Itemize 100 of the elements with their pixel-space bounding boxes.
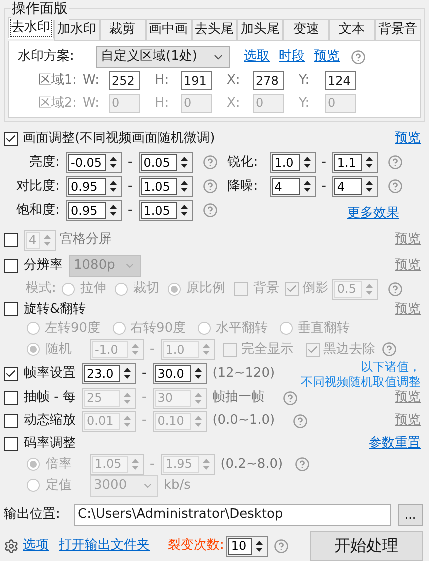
radio-button[interactable]	[27, 322, 40, 336]
help-icon[interactable]	[351, 50, 366, 64]
up-arrow-icon[interactable]	[304, 157, 311, 161]
spin-box[interactable]: 1.05	[138, 176, 193, 197]
spin-box[interactable]: 0.05	[138, 152, 193, 173]
link[interactable]: 更多效果	[347, 204, 400, 224]
up-arrow-icon[interactable]	[110, 157, 117, 161]
checkbox[interactable]	[306, 342, 320, 357]
spin-box[interactable]: 30.0	[152, 363, 207, 384]
down-arrow-icon[interactable]	[124, 375, 131, 380]
link[interactable]: 预览	[395, 129, 421, 149]
spin-box[interactable]: 1.0	[270, 152, 316, 173]
radio-button[interactable]	[112, 322, 126, 336]
spin-box[interactable]: 0.95	[66, 200, 122, 221]
down-arrow-icon[interactable]	[110, 164, 117, 168]
help-icon[interactable]	[388, 282, 404, 297]
label: W:	[83, 72, 100, 90]
tab[interactable]: 去头尾	[192, 19, 238, 41]
spin-box[interactable]: 4	[332, 176, 378, 197]
help-icon[interactable]	[274, 538, 290, 554]
radio-button[interactable]	[198, 322, 212, 336]
help-icon[interactable]	[388, 155, 404, 170]
spin-box[interactable]: 0.95	[66, 176, 122, 197]
radio-button[interactable]	[27, 343, 40, 356]
help-icon[interactable]	[295, 456, 310, 472]
checkbox[interactable]	[4, 233, 18, 247]
radio-button[interactable]	[27, 458, 40, 471]
down-arrow-icon[interactable]	[366, 164, 374, 168]
down-arrow-icon[interactable]	[180, 188, 188, 192]
number-field[interactable]: 252	[109, 71, 140, 90]
down-arrow-icon[interactable]	[256, 548, 264, 552]
up-arrow-icon[interactable]	[124, 368, 131, 372]
checkbox[interactable]	[285, 282, 300, 296]
down-arrow-icon[interactable]	[180, 164, 188, 168]
browse-button[interactable]: ...	[398, 504, 423, 526]
checkbox[interactable]	[4, 414, 18, 428]
number-field[interactable]: 124	[325, 71, 356, 90]
tab[interactable]: 文本	[329, 19, 376, 41]
radio-button[interactable]	[168, 282, 182, 296]
scheme-dropdown[interactable]: 自定义区域(1处)	[96, 46, 230, 68]
spin-box[interactable]: 1.05	[138, 200, 193, 221]
radio-button[interactable]	[27, 479, 40, 492]
down-arrow-icon[interactable]	[304, 188, 311, 192]
number-field[interactable]: 278	[253, 71, 284, 90]
checkbox[interactable]	[4, 132, 18, 146]
down-arrow-icon[interactable]	[110, 188, 117, 192]
down-arrow-icon[interactable]	[110, 212, 117, 216]
link[interactable]: 参数重置	[369, 434, 421, 454]
radio-button[interactable]	[115, 282, 128, 296]
tab[interactable]: 加水印	[54, 19, 100, 41]
up-arrow-icon[interactable]	[256, 540, 264, 545]
down-arrow-icon[interactable]	[366, 188, 374, 192]
up-arrow-icon[interactable]	[194, 368, 202, 372]
checkbox[interactable]	[4, 302, 18, 316]
spin-box[interactable]: 23.0	[82, 363, 136, 384]
spin-box[interactable]: 4	[270, 176, 316, 197]
tab[interactable]: 变速	[283, 19, 330, 41]
down-arrow-icon[interactable]	[304, 164, 311, 168]
spin-box[interactable]: 10	[226, 536, 268, 557]
tab[interactable]: 画中画	[146, 19, 192, 41]
start-button[interactable]: 开始处理	[310, 531, 423, 561]
help-icon[interactable]	[293, 414, 308, 429]
checkbox[interactable]	[4, 391, 18, 405]
number-field[interactable]: 191	[181, 71, 212, 90]
help-icon[interactable]	[202, 179, 218, 194]
checkbox[interactable]	[4, 366, 18, 381]
tab[interactable]: 加头尾	[237, 19, 284, 41]
help-icon[interactable]	[282, 390, 298, 406]
help-icon[interactable]	[202, 155, 218, 170]
tab[interactable]: 裁剪	[100, 19, 146, 41]
up-arrow-icon[interactable]	[304, 181, 311, 185]
path-field[interactable]: C:\Users\Administrator\Desktop	[74, 504, 391, 526]
link[interactable]: 打开输出文件夹	[59, 536, 150, 556]
up-arrow-icon[interactable]	[110, 205, 117, 209]
help-icon[interactable]	[388, 179, 404, 194]
down-arrow-icon[interactable]	[194, 375, 202, 380]
label: 倒影	[302, 280, 328, 298]
link[interactable]: 时段	[279, 47, 305, 67]
radio-button[interactable]	[280, 322, 294, 336]
checkbox[interactable]	[4, 437, 18, 452]
up-arrow-icon[interactable]	[366, 181, 374, 185]
up-arrow-icon[interactable]	[366, 157, 374, 161]
checkbox[interactable]	[4, 258, 18, 273]
tab[interactable]: 背景音	[375, 19, 422, 41]
up-arrow-icon[interactable]	[110, 181, 117, 185]
link[interactable]: 选取	[244, 47, 270, 67]
help-icon[interactable]	[202, 203, 218, 218]
down-arrow-icon[interactable]	[180, 212, 188, 216]
spin-box[interactable]: -0.05	[66, 152, 122, 173]
radio-button[interactable]	[62, 282, 76, 296]
checkbox[interactable]	[222, 342, 237, 357]
link[interactable]: 选项	[23, 536, 49, 556]
checkbox[interactable]	[234, 282, 248, 296]
up-arrow-icon[interactable]	[180, 205, 188, 209]
up-arrow-icon[interactable]	[180, 157, 188, 161]
link[interactable]: 预览	[314, 47, 340, 67]
up-arrow-icon[interactable]	[180, 181, 188, 185]
spin-box[interactable]: 1.1	[332, 152, 378, 173]
help-icon[interactable]	[382, 342, 397, 358]
settings-icon[interactable]	[4, 538, 19, 554]
